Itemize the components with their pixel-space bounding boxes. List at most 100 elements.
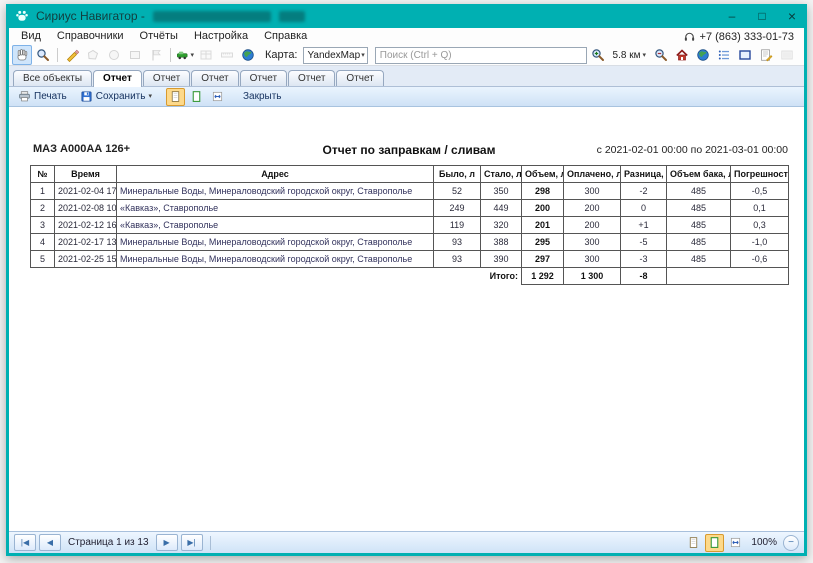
zoom-out-button[interactable]: − [783,535,799,551]
column-header: Объем, л [522,166,564,183]
view-two-icon[interactable] [705,534,724,552]
edit-note-icon [759,48,773,62]
page-indicator: Страница 1 из 13 [68,537,149,548]
list-icon[interactable] [714,45,734,65]
tab-report-6[interactable]: Отчет [336,70,383,86]
edit-note-icon[interactable] [756,45,776,65]
total-value: 1 292 [522,268,564,285]
chevron-down-icon: ▾ [642,52,646,59]
circle-icon[interactable] [104,45,124,65]
app-window: Сириус Навигатор - – □ × ВидСправочникиО… [6,4,807,556]
table-icon [199,48,213,62]
close-button[interactable]: × [777,4,807,28]
flag-icon[interactable] [146,45,166,65]
last-page-button[interactable]: ▶| [181,534,203,551]
total-row: Итого:1 2921 300-8 [31,268,789,285]
pan-tool-icon[interactable] [12,45,32,65]
next-page-button[interactable]: ▶ [156,534,178,551]
menu-item-1[interactable]: Справочники [49,28,132,45]
tab-report-3[interactable]: Отчет [191,70,238,86]
tab-report-2[interactable]: Отчет [143,70,190,86]
select-area-icon[interactable] [735,45,755,65]
tab-report-5[interactable]: Отчет [288,70,335,86]
draw-track-icon [65,48,79,62]
menu-item-3[interactable]: Настройка [186,28,256,45]
view-one-icon [687,536,700,549]
globe-icon[interactable] [238,45,258,65]
tab-report-1[interactable]: Отчет [93,70,142,87]
column-header: Адрес [117,166,434,183]
maximize-button[interactable]: □ [747,4,777,28]
table-cell: 320 [481,217,522,234]
save-button[interactable]: Сохранить ▾ [75,88,157,105]
zoom-level: 100% [751,537,777,548]
view-fit-icon[interactable] [726,534,745,552]
zoom-out-icon[interactable] [651,45,671,65]
rectangle-icon[interactable] [125,45,145,65]
page-outline-icon [190,90,203,103]
table-cell: 2021-02-04 17:39 [55,183,117,200]
table-cell: -1,0 [731,234,789,251]
image-icon[interactable] [777,45,797,65]
page-fit-icon [211,90,224,103]
map-provider-select[interactable]: YandexMap ▾ [303,47,368,64]
table-cell: 93 [434,234,481,251]
minimize-button[interactable]: – [717,4,747,28]
tab-all-objects[interactable]: Все объекты [13,70,92,86]
map-scale-button[interactable]: 5.8 км▾ [609,45,650,65]
first-page-button[interactable]: |◀ [14,534,36,551]
home-icon [675,48,689,62]
rectangle-icon [128,48,142,62]
table-cell: 0,1 [731,200,789,217]
table-cell: +1 [621,217,667,234]
search-input[interactable] [375,47,587,64]
column-header: Объем бака, л [667,166,731,183]
zoom-search-icon[interactable] [33,45,53,65]
table-cell: 2021-02-08 10:48 [55,200,117,217]
zoom-in-icon[interactable] [588,45,608,65]
close-report-button[interactable]: Закрыть [238,89,287,104]
table-cell: 485 [667,217,731,234]
phone-number: +7 (863) 333-01-73 [700,31,794,43]
draw-track-icon[interactable] [62,45,82,65]
menu-item-2[interactable]: Отчёты [132,28,186,45]
home-icon[interactable] [672,45,692,65]
view-mode-group [684,534,745,552]
page-fit-icon[interactable] [208,88,227,106]
globe2-icon[interactable] [693,45,713,65]
table-cell: -0,5 [731,183,789,200]
table-cell: 390 [481,251,522,268]
vehicle-icon [176,48,188,62]
page-outline-icon[interactable] [187,88,206,106]
report-toolbar: Печать Сохранить ▾ Закрыть [9,87,804,107]
table-cell: Минеральные Воды, Минераловодский городс… [117,251,434,268]
zoom-in-icon [591,48,605,62]
ruler-icon[interactable] [217,45,237,65]
headset-icon [683,30,696,43]
table-cell: 200 [564,200,621,217]
vehicle-icon[interactable]: ▾ [175,45,195,65]
pan-tool-icon [15,48,29,62]
map-label: Карта: [265,49,298,61]
prev-page-button[interactable]: ◀ [39,534,61,551]
app-body: ВидСправочникиОтчётыНастройкаСправка +7 … [9,28,804,553]
menu-item-0[interactable]: Вид [13,28,49,45]
menu-item-4[interactable]: Справка [256,28,315,45]
divider [210,536,211,550]
table-cell: 298 [522,183,564,200]
column-header: Время [55,166,117,183]
view-one-icon[interactable] [684,534,703,552]
table-cell: 4 [31,234,55,251]
table-cell: -3 [621,251,667,268]
table-cell: 300 [564,183,621,200]
page-single-icon[interactable] [166,88,185,106]
table-cell: 2 [31,200,55,217]
table-icon[interactable] [196,45,216,65]
table-cell: Минеральные Воды, Минераловодский городс… [117,183,434,200]
title-bar: Сириус Навигатор - – □ × [6,4,807,28]
print-button[interactable]: Печать [13,88,72,105]
polygon-icon[interactable] [83,45,103,65]
main-toolbar: ▾ Карта: YandexMap ▾ 5.8 км▾ [9,45,804,66]
tab-report-4[interactable]: Отчет [240,70,287,86]
table-cell: 2021-02-17 13:53 [55,234,117,251]
